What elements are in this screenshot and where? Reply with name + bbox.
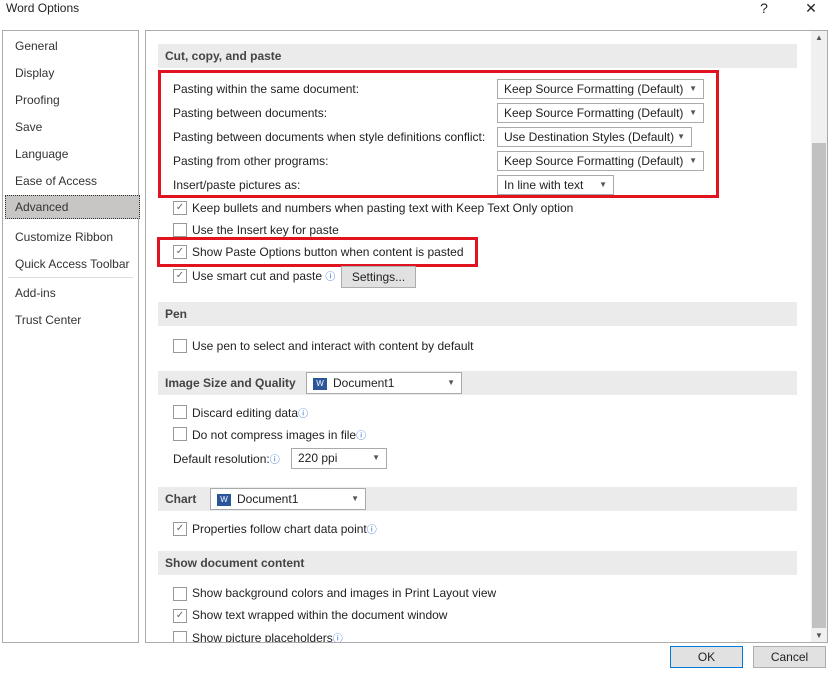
text-wrapped-checkbox[interactable]: ✓ — [173, 609, 187, 623]
chevron-down-icon: ▼ — [351, 494, 359, 503]
ok-button[interactable]: OK — [670, 646, 743, 668]
background-colors-checkbox[interactable] — [173, 587, 187, 601]
resolution-dropdown[interactable]: 220 ppi ▼ — [291, 448, 387, 469]
info-icon[interactable]: ⓘ — [298, 409, 308, 420]
no-compress-text: Do not compress images in file — [192, 428, 357, 442]
scrollbar-thumb[interactable] — [812, 143, 826, 628]
pen-label: Use pen to select and interact with cont… — [192, 339, 474, 353]
info-icon[interactable]: ⓘ — [356, 431, 366, 442]
section-image-size: Image Size and Quality — [158, 371, 797, 395]
sidebar-item-display[interactable]: Display — [15, 66, 54, 80]
section-pen: Pen — [158, 302, 797, 326]
info-icon[interactable]: ⓘ — [325, 272, 335, 283]
keep-bullets-checkbox[interactable]: ✓ — [173, 201, 187, 215]
no-compress-label: Do not compress images in fileⓘ — [192, 427, 366, 442]
section-show-document-content: Show document content — [158, 551, 797, 575]
smart-cut-checkbox[interactable]: ✓ — [173, 269, 187, 283]
sidebar-item-quick-access-toolbar[interactable]: Quick Access Toolbar — [15, 257, 130, 271]
insert-key-checkbox[interactable] — [173, 223, 187, 237]
sidebar: General Display Proofing Save Language E… — [2, 30, 140, 643]
text-wrapped-label: Show text wrapped within the document wi… — [192, 608, 448, 622]
word-document-icon: W — [313, 377, 327, 390]
window-title: Word Options — [6, 1, 80, 15]
sidebar-item-language[interactable]: Language — [15, 147, 68, 161]
chart-properties-text: Properties follow chart data point — [192, 522, 367, 536]
settings-button[interactable]: Settings... — [341, 266, 416, 288]
sidebar-item-save[interactable]: Save — [15, 120, 42, 134]
sidebar-item-customize-ribbon[interactable]: Customize Ribbon — [15, 230, 113, 244]
picture-placeholders-label: Show picture placeholdersⓘ — [192, 630, 343, 643]
dropdown-value: 220 ppi — [298, 451, 338, 465]
sidebar-item-advanced[interactable]: Advanced — [5, 195, 140, 219]
scrollbar[interactable]: ▲ ▼ — [811, 31, 827, 642]
dropdown-value: Document1 — [237, 492, 299, 506]
smart-cut-label: Use smart cut and paste ⓘ — [192, 268, 335, 283]
sidebar-item-ease-of-access[interactable]: Ease of Access — [15, 174, 97, 188]
sidebar-item-trust-center[interactable]: Trust Center — [15, 313, 81, 327]
sidebar-item-add-ins[interactable]: Add-ins — [15, 286, 56, 300]
options-panel: Cut, copy, and paste Pasting within the … — [145, 30, 828, 643]
close-button[interactable]: ✕ — [801, 0, 821, 17]
keep-bullets-label: Keep bullets and numbers when pasting te… — [192, 201, 574, 215]
word-document-icon: W — [217, 493, 231, 506]
info-icon[interactable]: ⓘ — [333, 634, 343, 642]
discard-editing-label: Discard editing dataⓘ — [192, 405, 308, 420]
chevron-down-icon: ▼ — [447, 378, 455, 387]
discard-editing-text: Discard editing data — [192, 406, 299, 420]
help-button[interactable]: ? — [754, 0, 774, 16]
info-icon[interactable]: ⓘ — [270, 455, 280, 466]
chart-document-dropdown[interactable]: W Document1 ▼ — [210, 488, 366, 510]
background-colors-label: Show background colors and images in Pri… — [192, 586, 497, 600]
highlight-box — [157, 237, 478, 267]
no-compress-checkbox[interactable] — [173, 427, 187, 441]
chart-properties-checkbox[interactable]: ✓ — [173, 522, 187, 536]
section-cut-copy-paste: Cut, copy, and paste — [158, 44, 797, 68]
sidebar-item-general[interactable]: General — [15, 39, 58, 53]
divider — [8, 277, 133, 278]
dropdown-value: Document1 — [333, 376, 395, 390]
info-icon[interactable]: ⓘ — [367, 525, 377, 536]
discard-editing-checkbox[interactable] — [173, 405, 187, 419]
sidebar-item-proofing[interactable]: Proofing — [15, 93, 60, 107]
image-document-dropdown[interactable]: W Document1 ▼ — [306, 372, 462, 394]
chevron-down-icon: ▼ — [372, 453, 380, 462]
cancel-button[interactable]: Cancel — [753, 646, 826, 668]
scroll-up-icon[interactable]: ▲ — [811, 33, 827, 42]
picture-placeholders-text: Show picture placeholders — [192, 631, 333, 643]
highlight-box — [158, 70, 719, 198]
pen-checkbox[interactable] — [173, 339, 187, 353]
resolution-label: Default resolution:ⓘ — [173, 451, 280, 466]
chart-properties-label: Properties follow chart data pointⓘ — [192, 521, 377, 536]
picture-placeholders-checkbox[interactable] — [173, 631, 187, 642]
resolution-text: Default resolution: — [173, 452, 270, 466]
smart-cut-text: Use smart cut and paste — [192, 269, 323, 283]
scroll-down-icon[interactable]: ▼ — [811, 631, 827, 640]
insert-key-label: Use the Insert key for paste — [192, 223, 339, 237]
